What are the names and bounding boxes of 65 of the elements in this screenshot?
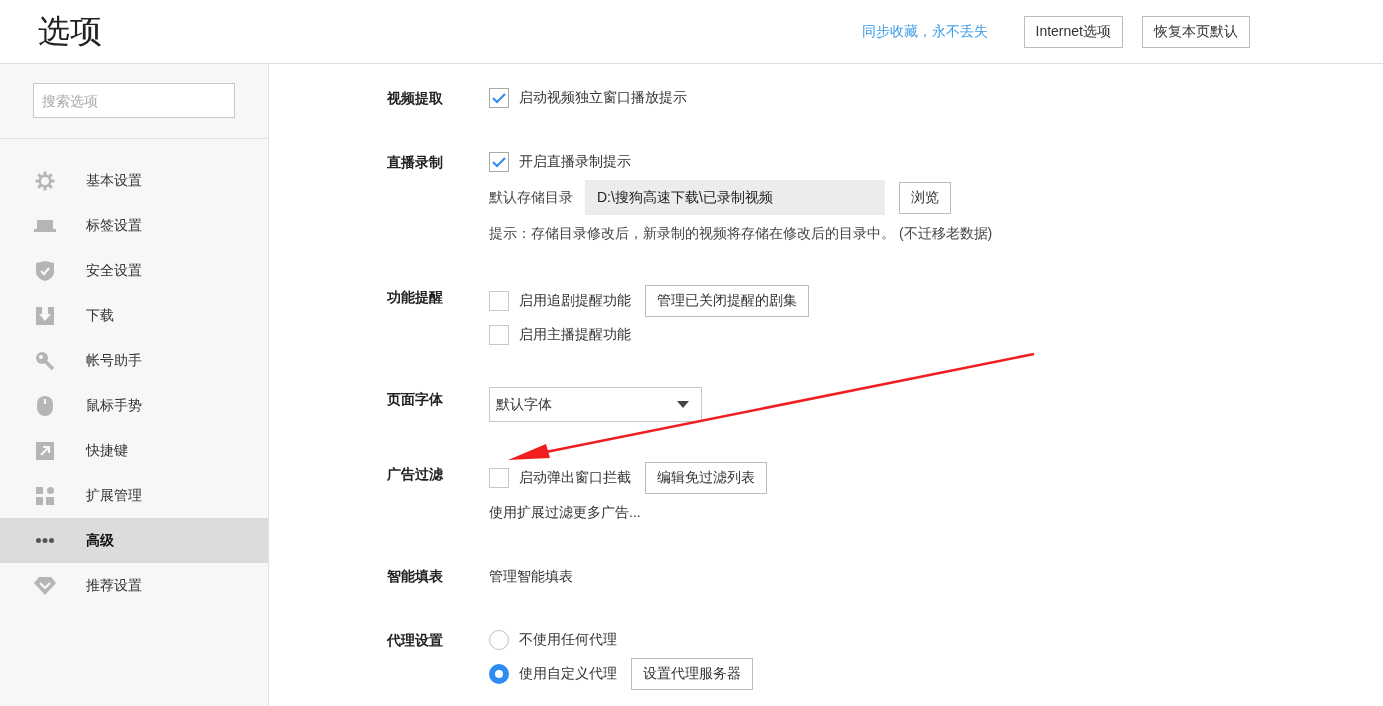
download-icon — [36, 306, 54, 325]
dropdown-caret-icon — [677, 401, 689, 408]
section-label: 智能填表 — [387, 567, 444, 586]
radio-button[interactable] — [489, 664, 509, 684]
header-button[interactable]: Internet选项 — [1023, 15, 1123, 48]
sidebar-item[interactable]: 鼠标手势 — [0, 383, 268, 428]
checkbox-option[interactable]: 启用主播提醒功能 — [489, 325, 631, 345]
checkmark-icon — [492, 92, 506, 104]
sidebar-item[interactable]: 安全设置 — [0, 248, 268, 293]
shield-check-icon — [36, 260, 54, 281]
checkbox-option[interactable]: 启动弹出窗口拦截 — [489, 468, 631, 488]
checkmark-icon — [492, 156, 506, 168]
font-dropdown[interactable]: 默认字体 — [489, 387, 702, 422]
field-label: 默认存储目录 — [489, 188, 573, 207]
sidebar-item[interactable]: 推荐设置 — [0, 563, 268, 608]
radio-option[interactable]: 使用自定义代理 — [489, 664, 617, 684]
sidebar-item[interactable]: 扩展管理 — [0, 473, 268, 518]
checkbox-option[interactable]: 开启直播录制提示 — [489, 152, 631, 172]
directory-field[interactable]: D:\搜狗高速下载\已录制视频 — [585, 180, 885, 215]
sidebar-item[interactable]: 基本设置 — [0, 158, 268, 203]
section-label: 直播录制 — [387, 153, 444, 172]
settings-link[interactable]: 使用扩展过滤更多广告... — [489, 500, 767, 524]
checkbox[interactable] — [489, 88, 509, 108]
more-icon — [36, 538, 54, 543]
option-button[interactable]: 管理已关闭提醒的剧集 — [645, 285, 809, 317]
section-label: 广告过滤 — [387, 465, 444, 484]
checkbox-label: 启用追剧提醒功能 — [519, 292, 631, 310]
settings-link[interactable]: 管理智能填表 — [489, 564, 573, 588]
header-button[interactable]: 恢复本页默认 — [1142, 15, 1250, 48]
key-icon — [35, 350, 55, 371]
checkbox-option[interactable]: 启用追剧提醒功能 — [489, 291, 631, 311]
sidebar-item[interactable]: 高级 — [0, 518, 268, 563]
radio-label: 使用自定义代理 — [519, 665, 617, 683]
sidebar-item[interactable]: 标签设置 — [0, 203, 268, 248]
section-label: 视频提取 — [387, 89, 444, 108]
checkbox[interactable] — [489, 291, 509, 311]
checkbox-label: 开启直播录制提示 — [519, 153, 631, 171]
radio-label: 不使用任何代理 — [519, 631, 617, 649]
option-button[interactable]: 编辑免过滤列表 — [645, 462, 767, 494]
gear-icon — [35, 170, 55, 191]
section-label: 功能提醒 — [387, 288, 444, 307]
radio-button[interactable] — [489, 630, 509, 650]
checkbox[interactable] — [489, 325, 509, 345]
sidebar-item[interactable]: 下载 — [0, 293, 268, 338]
section-label: 页面字体 — [387, 390, 444, 409]
diamond-check-icon — [34, 576, 56, 595]
mouse-icon — [37, 395, 53, 416]
checkbox[interactable] — [489, 152, 509, 172]
grid-icon — [36, 486, 54, 505]
radio-option[interactable]: 不使用任何代理 — [489, 630, 617, 650]
search-field[interactable]: 搜索选项 — [33, 83, 235, 118]
tab-icon — [34, 219, 56, 232]
shortcut-icon — [36, 441, 54, 460]
sidebar-item[interactable]: 快捷键 — [0, 428, 268, 473]
checkbox[interactable] — [489, 468, 509, 488]
option-button[interactable]: 设置代理服务器 — [631, 658, 753, 690]
checkbox-label: 启动弹出窗口拦截 — [519, 469, 631, 487]
checkbox-label: 启用主播提醒功能 — [519, 326, 631, 344]
hint-text: 提示：存储目录修改后，新录制的视频将存储在修改后的目录中。 (不迁移老数据) — [489, 224, 993, 243]
checkbox-label: 启动视频独立窗口播放提示 — [519, 89, 687, 107]
checkbox-option[interactable]: 启动视频独立窗口播放提示 — [489, 88, 687, 108]
section-label: 代理设置 — [387, 631, 444, 650]
window-title: 选项 — [38, 11, 102, 51]
browse-button[interactable]: 浏览 — [899, 181, 951, 214]
sidebar-item[interactable]: 帐号助手 — [0, 338, 268, 383]
